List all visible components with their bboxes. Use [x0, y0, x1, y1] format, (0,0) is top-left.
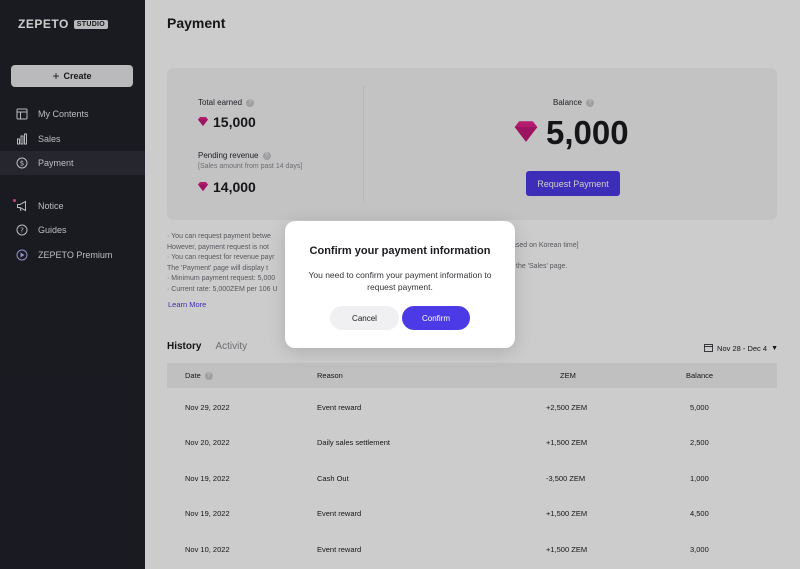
dialog-title: Confirm your payment information [309, 245, 491, 257]
dialog-message: You need to confirm your payment informa… [308, 270, 492, 292]
cancel-button[interactable]: Cancel [330, 306, 399, 330]
confirm-payment-dialog: Confirm your payment information You nee… [285, 221, 515, 348]
confirm-button[interactable]: Confirm [402, 306, 470, 330]
